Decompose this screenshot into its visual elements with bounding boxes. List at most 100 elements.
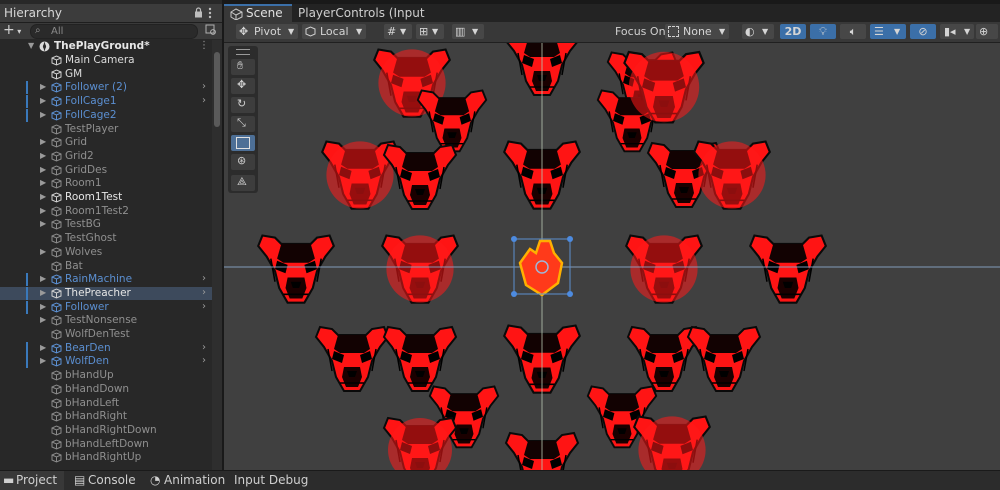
hierarchy-row[interactable]: bHandDown (0, 383, 212, 396)
hierarchy-row[interactable]: ▶ TestNonsense (0, 314, 212, 327)
move-tool-button[interactable]: ✥ (231, 78, 255, 94)
scene-viewport[interactable] (224, 43, 1000, 470)
tab-animation[interactable]: ◔ Animation (150, 471, 230, 490)
expand-arrow-icon[interactable]: ▶ (40, 151, 46, 160)
rotate-tool-button[interactable]: ↻ (231, 97, 255, 113)
hierarchy-tab[interactable]: Hierarchy (0, 4, 222, 23)
align-dropdown[interactable]: ▥ ▼ (452, 24, 484, 39)
hierarchy-row[interactable]: bHandLeft (0, 397, 212, 410)
lighting-toggle-button[interactable]: 💡︎ (810, 24, 836, 39)
2d-toggle-button[interactable]: 2D (780, 24, 806, 39)
tab-project[interactable]: ▬ Project (0, 471, 64, 490)
add-object-button[interactable]: + ▾ (3, 23, 21, 39)
scene-canvas[interactable] (224, 43, 1000, 470)
hierarchy-row[interactable]: ▶ GridDes (0, 164, 212, 177)
hierarchy-row[interactable]: ▶ BearDen › (0, 341, 212, 355)
rect-handle[interactable] (511, 291, 517, 297)
hierarchy-row[interactable]: GM (0, 68, 212, 81)
rect-handle[interactable] (567, 236, 573, 242)
draw-mode-dropdown[interactable]: ◐ ▼ (742, 24, 774, 39)
transform-tool-button[interactable]: ⊛ (231, 154, 255, 170)
chevron-right-icon[interactable]: › (202, 342, 206, 353)
tab-player-controls[interactable]: PlayerControls (Input Acti... (298, 4, 438, 38)
hyena-sprite[interactable] (315, 326, 389, 392)
hyena-sprite[interactable] (687, 326, 761, 392)
camera-settings-dropdown[interactable]: ▮◂ ▼ (940, 24, 974, 39)
view-tool-button[interactable]: ✋︎ (231, 59, 255, 75)
scale-tool-button[interactable]: ⤡ (231, 116, 255, 132)
tab-scene[interactable]: Scene (224, 4, 292, 22)
snap-increment-dropdown[interactable]: # ▼ (384, 24, 412, 39)
custom-tool-button[interactable]: ⟁ (231, 175, 255, 191)
tab-input-debug[interactable]: Input Debug (234, 471, 314, 490)
grid-visibility-dropdown[interactable]: ⊞ ▼ (416, 24, 444, 39)
expand-arrow-icon[interactable]: ▶ (40, 178, 46, 187)
expand-arrow-icon[interactable]: ▶ (40, 192, 46, 201)
hierarchy-row[interactable]: ▶ Follower › (0, 300, 212, 314)
scene-visibility-toggle[interactable]: ⊘ (910, 24, 936, 39)
expand-arrow-icon[interactable]: ▶ (40, 356, 46, 365)
expand-arrow-icon[interactable]: ▶ (40, 302, 46, 311)
hyena-sprite[interactable] (749, 234, 827, 304)
focus-on-dropdown[interactable]: None ▼ (665, 24, 729, 39)
hierarchy-row[interactable]: ▶ ThePreacher › (0, 286, 212, 300)
expand-arrow-icon[interactable]: ▶ (40, 247, 46, 256)
hierarchy-row[interactable]: bHandUp (0, 369, 212, 382)
hierarchy-row[interactable]: bHandLeftDown (0, 438, 212, 451)
overlay-drag-handle[interactable] (236, 49, 250, 55)
search-input[interactable]: ⌕ All (30, 24, 198, 39)
expand-arrow-icon[interactable]: ▶ (40, 96, 46, 105)
hierarchy-row[interactable]: ▶ FollCage1 › (0, 95, 212, 109)
expand-arrow-icon[interactable]: ▼ (28, 41, 34, 50)
expand-arrow-icon[interactable]: ▶ (40, 110, 46, 119)
local-dropdown[interactable]: Local ▼ (302, 24, 366, 39)
scene-menu-icon[interactable]: ⋮ (199, 40, 209, 51)
gizmos-dropdown[interactable]: ⊕ (976, 24, 998, 39)
hyena-sprite[interactable] (257, 234, 335, 304)
hierarchy-row[interactable]: bHandRightUp (0, 451, 212, 464)
chevron-right-icon[interactable]: › (202, 301, 206, 312)
hierarchy-row[interactable]: ▶ Room1Test2 (0, 205, 212, 218)
expand-arrow-icon[interactable]: ▶ (40, 274, 46, 283)
expand-arrow-icon[interactable]: ▶ (40, 206, 46, 215)
hierarchy-row[interactable]: ▶ Wolves (0, 246, 212, 259)
hierarchy-row[interactable]: ▶ WolfDen › (0, 355, 212, 369)
tab-console[interactable]: ▤ Console (72, 471, 142, 490)
chevron-right-icon[interactable]: › (202, 273, 206, 284)
expand-arrow-icon[interactable]: ▶ (40, 82, 46, 91)
expand-arrow-icon[interactable]: ▶ (40, 288, 46, 297)
scrollbar-thumb[interactable] (214, 52, 220, 127)
expand-arrow-icon[interactable]: ▶ (40, 315, 46, 324)
hierarchy-row[interactable]: ▶ Follower (2) › (0, 81, 212, 95)
scene-root-row[interactable]: ▼ ThePlayGround* ⋮ (0, 40, 212, 53)
hierarchy-row[interactable]: ▶ Room1 (0, 177, 212, 190)
expand-arrow-icon[interactable]: ▶ (40, 343, 46, 352)
expand-arrow-icon[interactable]: ▶ (40, 137, 46, 146)
search-by-type-icon[interactable] (205, 24, 217, 39)
hyena-sprite[interactable] (416, 89, 488, 153)
chevron-right-icon[interactable]: › (202, 95, 206, 106)
hierarchy-row[interactable]: WolfDenTest (0, 328, 212, 341)
rect-handle[interactable] (511, 236, 517, 242)
hierarchy-row[interactable]: TestPlayer (0, 123, 212, 136)
hierarchy-row[interactable]: ▶ RainMachine › (0, 273, 212, 287)
hierarchy-row[interactable]: TestGhost (0, 232, 212, 245)
hierarchy-row[interactable]: ▶ Grid (0, 136, 212, 149)
kebab-menu-icon[interactable] (208, 7, 212, 22)
pivot-dropdown[interactable]: ✥ Pivot ▼ (236, 24, 298, 39)
chevron-right-icon[interactable]: › (202, 81, 206, 92)
hyena-sprite[interactable] (383, 144, 457, 210)
hierarchy-scrollbar[interactable] (212, 40, 222, 470)
hierarchy-row[interactable]: ▶ Room1Test (0, 191, 212, 204)
hierarchy-row[interactable]: ▶ FollCage2 (0, 108, 212, 122)
hyena-sprite[interactable] (383, 326, 457, 392)
hierarchy-row[interactable]: ▶ TestBG (0, 218, 212, 231)
rect-tool-button[interactable] (231, 135, 255, 151)
hierarchy-row[interactable]: ▶ Grid2 (0, 150, 212, 163)
hierarchy-row[interactable]: bHandRightDown (0, 424, 212, 437)
expand-arrow-icon[interactable]: ▶ (40, 165, 46, 174)
rect-handle[interactable] (567, 291, 573, 297)
chevron-right-icon[interactable]: › (202, 287, 206, 298)
expand-arrow-icon[interactable]: ▶ (40, 219, 46, 228)
lock-icon[interactable] (194, 7, 203, 21)
